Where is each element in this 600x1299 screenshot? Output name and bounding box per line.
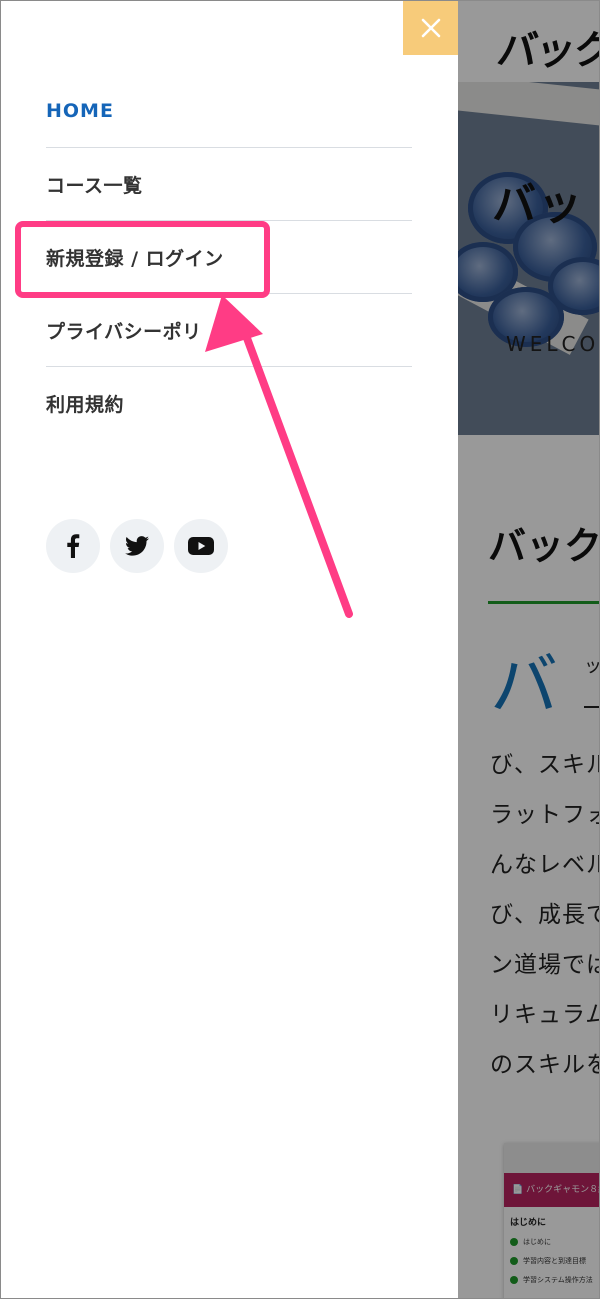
annotation-arrow-icon [205,295,353,618]
